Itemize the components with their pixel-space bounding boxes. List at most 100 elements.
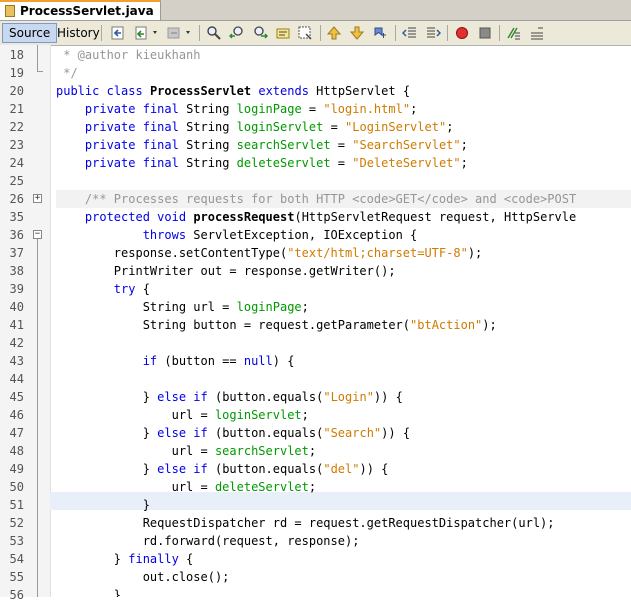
- code-line[interactable]: RequestDispatcher rd = request.getReques…: [56, 514, 631, 532]
- code-line[interactable]: }: [56, 496, 631, 514]
- expand-fold-icon[interactable]: +: [33, 194, 42, 203]
- uncomment-icon[interactable]: [529, 25, 545, 41]
- code-line[interactable]: try {: [56, 280, 631, 298]
- editor-tab-title: ProcessServlet.java: [20, 4, 154, 18]
- code-line[interactable]: String button = request.getParameter("bt…: [56, 316, 631, 334]
- line-number: 45: [9, 390, 24, 404]
- shift-left-icon[interactable]: [402, 25, 418, 41]
- toolbar-separator: [447, 25, 448, 41]
- fold-guide-line: [37, 239, 38, 597]
- code-line[interactable]: private final String deleteServlet = "De…: [56, 154, 631, 172]
- code-line[interactable]: rd.forward(request, response);: [56, 532, 631, 550]
- last-edit-icon[interactable]: [110, 25, 126, 41]
- history-view-button[interactable]: History: [50, 23, 107, 43]
- line-number: 49: [9, 462, 24, 476]
- source-view-button[interactable]: Source: [2, 23, 58, 43]
- line-number: 52: [9, 516, 24, 530]
- toolbar-separator: [199, 25, 200, 41]
- line-number: 55: [9, 570, 24, 584]
- code-line[interactable]: private final String loginPage = "login.…: [56, 100, 631, 118]
- code-line[interactable]: private final String searchServlet = "Se…: [56, 136, 631, 154]
- code-line[interactable]: }: [56, 586, 631, 597]
- line-number: 20: [9, 84, 24, 98]
- line-number: 47: [9, 426, 24, 440]
- line-number: 36: [9, 228, 24, 242]
- code-line[interactable]: url = searchServlet;: [56, 442, 631, 460]
- line-number: 42: [9, 336, 24, 350]
- next-bookmark-icon[interactable]: [349, 25, 365, 41]
- fold-guide-line: [37, 45, 38, 71]
- toggle-highlight-icon[interactable]: [297, 25, 313, 41]
- line-number: 21: [9, 102, 24, 116]
- line-number: 39: [9, 282, 24, 296]
- editor-tab-processservlet[interactable]: ProcessServlet.java: [0, 0, 161, 20]
- code-editor[interactable]: * @author kieukhanh */public class Proce…: [50, 45, 631, 597]
- line-number: 18: [9, 48, 24, 62]
- code-line[interactable]: out.close();: [56, 568, 631, 586]
- code-line[interactable]: PrintWriter out = response.getWriter();: [56, 262, 631, 280]
- code-line[interactable]: [56, 370, 631, 388]
- line-number: 51: [9, 498, 24, 512]
- line-number: 44: [9, 372, 24, 386]
- line-number: 24: [9, 156, 24, 170]
- back-dropdown-icon[interactable]: [151, 25, 167, 41]
- start-macro-icon[interactable]: [454, 25, 470, 41]
- toolbar-separator: [101, 25, 102, 41]
- code-line[interactable]: } else if (button.equals("Login")) {: [56, 388, 631, 406]
- find-previous-icon[interactable]: [229, 25, 245, 41]
- code-line[interactable]: [56, 172, 631, 190]
- line-number: 43: [9, 354, 24, 368]
- comment-icon[interactable]: [506, 25, 522, 41]
- line-number: 38: [9, 264, 24, 278]
- line-number: 53: [9, 534, 24, 548]
- code-line[interactable]: if (button == null) {: [56, 352, 631, 370]
- back-icon[interactable]: [134, 25, 150, 41]
- code-line[interactable]: url = loginServlet;: [56, 406, 631, 424]
- line-number: 48: [9, 444, 24, 458]
- line-number: 56: [9, 588, 24, 602]
- line-number: 25: [9, 174, 24, 188]
- find-next-icon[interactable]: [252, 25, 268, 41]
- code-line[interactable]: } else if (button.equals("Search")) {: [56, 424, 631, 442]
- stop-macro-icon[interactable]: [477, 25, 493, 41]
- forward-dropdown-icon[interactable]: [184, 25, 200, 41]
- forward-icon[interactable]: [166, 25, 182, 41]
- toolbar-separator: [395, 25, 396, 41]
- toggle-bookmark-icon[interactable]: [372, 25, 388, 41]
- line-number: 40: [9, 300, 24, 314]
- gutter-lines: 18 19 20 21 22 23 24 25 26 +35 36−37 38 39 40 41 42 43 44…: [0, 45, 50, 602]
- editor-tab-bar: ProcessServlet.java: [0, 0, 631, 21]
- shift-right-icon[interactable]: [425, 25, 441, 41]
- line-number: 46: [9, 408, 24, 422]
- java-file-icon: [5, 5, 15, 17]
- fold-guide-end: [37, 71, 43, 72]
- code-line[interactable]: throws ServletException, IOException {: [56, 226, 631, 244]
- code-line[interactable]: response.setContentType("text/html;chars…: [56, 244, 631, 262]
- code-line[interactable]: public class ProcessServlet extends Http…: [56, 82, 631, 100]
- line-number: 19: [9, 66, 24, 80]
- code-line[interactable]: */: [56, 64, 631, 82]
- toolbar-separator: [499, 25, 500, 41]
- toolbar-separator: [320, 25, 321, 41]
- code-line[interactable]: String url = loginPage;: [56, 298, 631, 316]
- line-number: 26: [9, 192, 24, 206]
- code-line[interactable]: } else if (button.equals("del")) {: [56, 460, 631, 478]
- code-line[interactable]: /** Processes requests for both HTTP <co…: [56, 190, 631, 208]
- code-line[interactable]: * @author kieukhanh: [56, 46, 631, 64]
- code-line[interactable]: url = deleteServlet;: [56, 478, 631, 496]
- line-number: 35: [9, 210, 24, 224]
- previous-bookmark-icon[interactable]: [326, 25, 342, 41]
- code-line[interactable]: protected void processRequest(HttpServle…: [56, 208, 631, 226]
- line-number: 41: [9, 318, 24, 332]
- line-number: 54: [9, 552, 24, 566]
- find-selection-icon[interactable]: [275, 25, 291, 41]
- line-number: 23: [9, 138, 24, 152]
- collapse-fold-icon[interactable]: −: [33, 230, 42, 239]
- code-line[interactable]: private final String loginServlet = "Log…: [56, 118, 631, 136]
- code-line[interactable]: } finally {: [56, 550, 631, 568]
- line-number: 50: [9, 480, 24, 494]
- line-number: 37: [9, 246, 24, 260]
- find-icon[interactable]: [206, 25, 222, 41]
- code-line[interactable]: [56, 334, 631, 352]
- line-number: 22: [9, 120, 24, 134]
